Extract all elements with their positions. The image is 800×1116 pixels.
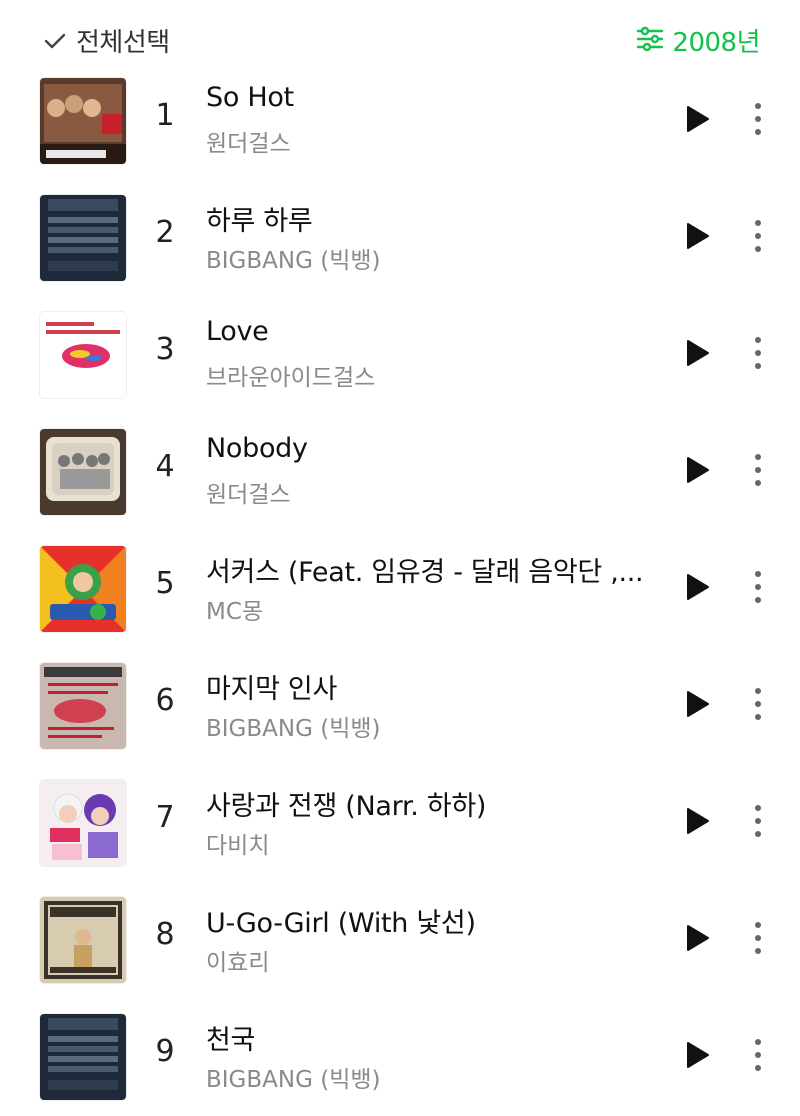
album-cover-it-s-hot-icon — [40, 897, 126, 983]
album-cover-bigbang-mini2-icon — [40, 663, 126, 749]
track-artist[interactable]: MC몽 — [206, 592, 646, 626]
album-cover-so-hot-icon — [40, 78, 126, 164]
track-row[interactable]: 7 사랑과 전쟁 (Narr. 하하) 다비치 — [0, 762, 800, 879]
select-all-button[interactable]: 전체선택 — [42, 22, 170, 59]
album-cover-mc-mong-icon — [40, 546, 126, 632]
album-cover[interactable] — [40, 195, 126, 281]
filter-sliders-icon — [636, 26, 664, 56]
chart-list: 1 So Hot 원더걸스 2 하루 하루 BIGBANG (빅뱅) 3 Lov… — [0, 60, 800, 1113]
album-cover-nobody-icon — [40, 429, 126, 515]
more-options-icon[interactable] — [744, 1036, 772, 1074]
album-cover[interactable] — [40, 78, 126, 164]
track-title[interactable]: 서커스 (Feat. 임유경 - 달래 음악단 ,... — [206, 550, 656, 589]
album-cover[interactable] — [40, 780, 126, 866]
track-title[interactable]: 하루 하루 — [206, 199, 656, 238]
track-artist[interactable]: 이효리 — [206, 943, 646, 977]
play-icon[interactable] — [680, 1038, 714, 1072]
track-title[interactable]: 천국 — [206, 1018, 656, 1057]
track-rank: 5 — [155, 566, 175, 601]
album-cover-stand-up-icon — [40, 1014, 126, 1100]
play-icon[interactable] — [680, 570, 714, 604]
more-options-icon[interactable] — [744, 100, 772, 138]
track-title[interactable]: 마지막 인사 — [206, 667, 656, 706]
track-artist[interactable]: 원더걸스 — [206, 475, 646, 509]
track-artist[interactable]: 원더걸스 — [206, 124, 646, 158]
album-cover-davichi-icon — [40, 780, 126, 866]
track-artist[interactable]: 브라운아이드걸스 — [206, 358, 646, 392]
track-rank: 4 — [155, 449, 175, 484]
track-rank: 3 — [155, 332, 175, 367]
track-row[interactable]: 9 천국 BIGBANG (빅뱅) — [0, 996, 800, 1113]
more-options-icon[interactable] — [744, 685, 772, 723]
track-row[interactable]: 1 So Hot 원더걸스 — [0, 60, 800, 177]
more-options-icon[interactable] — [744, 802, 772, 840]
year-filter-button[interactable]: 2008년 — [636, 22, 760, 59]
play-icon[interactable] — [680, 804, 714, 838]
track-row[interactable]: 6 마지막 인사 BIGBANG (빅뱅) — [0, 645, 800, 762]
album-cover[interactable] — [40, 429, 126, 515]
track-row[interactable]: 2 하루 하루 BIGBANG (빅뱅) — [0, 177, 800, 294]
track-title[interactable]: Love — [206, 316, 656, 347]
more-options-icon[interactable] — [744, 334, 772, 372]
track-row[interactable]: 4 Nobody 원더걸스 — [0, 411, 800, 528]
year-filter-label: 2008년 — [672, 28, 760, 58]
album-cover[interactable] — [40, 663, 126, 749]
track-rank: 9 — [155, 1034, 175, 1069]
more-options-icon[interactable] — [744, 451, 772, 489]
album-cover[interactable] — [40, 312, 126, 398]
track-row[interactable]: 3 Love 브라운아이드걸스 — [0, 294, 800, 411]
track-rank: 2 — [155, 215, 175, 250]
track-title[interactable]: So Hot — [206, 82, 656, 113]
track-rank: 7 — [155, 800, 175, 835]
track-title[interactable]: U-Go-Girl (With 낯선) — [206, 901, 656, 940]
track-artist[interactable]: BIGBANG (빅뱅) — [206, 709, 646, 743]
check-icon — [42, 28, 68, 54]
track-artist[interactable]: BIGBANG (빅뱅) — [206, 1060, 646, 1094]
more-options-icon[interactable] — [744, 919, 772, 957]
track-title[interactable]: Nobody — [206, 433, 656, 464]
track-row[interactable]: 5 서커스 (Feat. 임유경 - 달래 음악단 ,... MC몽 — [0, 528, 800, 645]
track-row[interactable]: 8 U-Go-Girl (With 낯선) 이효리 — [0, 879, 800, 996]
track-rank: 6 — [155, 683, 175, 718]
track-rank: 8 — [155, 917, 175, 952]
play-icon[interactable] — [680, 687, 714, 721]
track-rank: 1 — [155, 98, 175, 133]
play-icon[interactable] — [680, 453, 714, 487]
album-cover[interactable] — [40, 1014, 126, 1100]
play-icon[interactable] — [680, 219, 714, 253]
more-options-icon[interactable] — [744, 217, 772, 255]
play-icon[interactable] — [680, 921, 714, 955]
select-all-label: 전체선택 — [76, 28, 170, 58]
album-cover-stand-up-icon — [40, 195, 126, 281]
play-icon[interactable] — [680, 336, 714, 370]
track-artist[interactable]: 다비치 — [206, 826, 646, 860]
more-options-icon[interactable] — [744, 568, 772, 606]
album-cover[interactable] — [40, 897, 126, 983]
play-icon[interactable] — [680, 102, 714, 136]
track-title[interactable]: 사랑과 전쟁 (Narr. 하하) — [206, 784, 656, 823]
track-artist[interactable]: BIGBANG (빅뱅) — [206, 241, 646, 275]
album-cover[interactable] — [40, 546, 126, 632]
album-cover-with-love-icon — [40, 312, 126, 398]
